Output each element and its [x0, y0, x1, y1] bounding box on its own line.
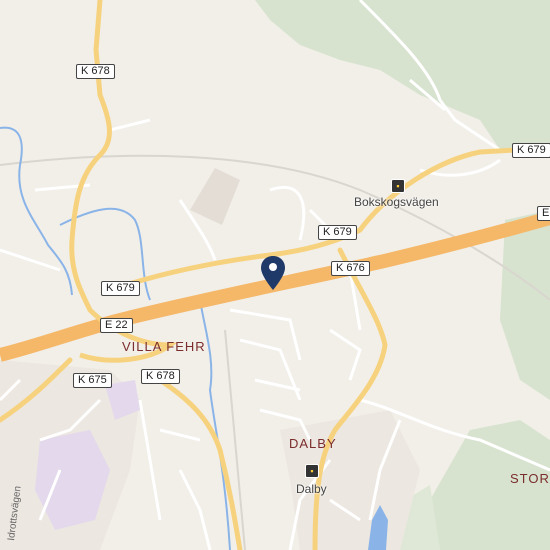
road-shield-k676: K 676 [331, 261, 370, 276]
bus-stop-label-bokskogsvagen: Bokskogsvägen [354, 195, 439, 209]
location-pin-icon[interactable] [261, 256, 285, 290]
place-label-dalby: DALBY [289, 436, 337, 451]
road-shield-k679: K 679 [318, 225, 357, 240]
forest-area [500, 210, 550, 400]
place-label-stora: STORA [510, 471, 550, 486]
road-k678 [69, 0, 112, 313]
map-canvas[interactable]: K 678 K 679 E 22 K 679 K 676 K 679 E 22 … [0, 0, 550, 550]
road-shield-k678: K 678 [141, 369, 180, 384]
building [190, 168, 240, 225]
road-shield-e22: E 22 [537, 206, 550, 221]
bus-stop-icon[interactable]: ▪ [305, 464, 319, 478]
road-shield-k679: K 679 [512, 143, 550, 158]
road-shield-k678: K 678 [76, 64, 115, 79]
road-shield-k675: K 675 [73, 373, 112, 388]
stream [0, 126, 73, 296]
bus-stop-label-dalby: Dalby [296, 482, 327, 496]
road-shield-e22: E 22 [100, 318, 133, 333]
residential-area [280, 410, 420, 550]
forest-area [255, 0, 550, 150]
place-label-villa-fehr: VILLA FEHR [122, 339, 206, 354]
bus-stop-icon[interactable]: ▪ [391, 179, 405, 193]
road-shield-k679: K 679 [101, 281, 140, 296]
